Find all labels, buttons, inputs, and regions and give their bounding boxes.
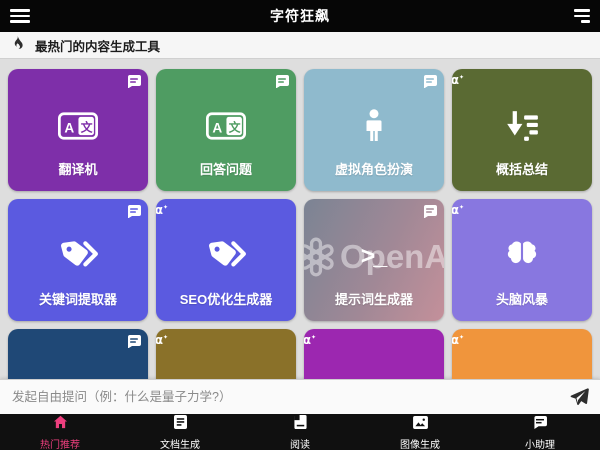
chat-badge-icon xyxy=(127,335,141,348)
tags-icon xyxy=(8,233,148,279)
chat-badge-icon xyxy=(127,205,141,218)
options-menu-icon[interactable] xyxy=(570,9,590,23)
tab-label: 文档生成 xyxy=(160,436,200,450)
tab-assistant[interactable]: 小助理 xyxy=(480,414,600,450)
tab-label: 阅读 xyxy=(290,436,310,450)
svg-text:A: A xyxy=(212,120,222,135)
app-window: 字符狂飙 最热门的内容生成工具 A文 翻译机 xyxy=(0,0,600,450)
alpha-badge-icon: α✦ xyxy=(452,335,459,348)
tool-card-label: 虚拟角色扮演 xyxy=(304,159,444,178)
alpha-badge-icon: α✦ xyxy=(156,335,163,348)
tab-label: 小助理 xyxy=(525,436,555,450)
chat-badge-icon xyxy=(423,205,437,218)
tool-card-partial[interactable] xyxy=(8,329,148,379)
section-title: 最热门的内容生成工具 xyxy=(35,36,160,55)
tool-card-summarize[interactable]: α✦ 概括总结 xyxy=(452,69,592,191)
tool-card-label: 回答问题 xyxy=(156,159,296,178)
tab-hot-recommendations[interactable]: 热门推荐 xyxy=(0,414,120,450)
tags-icon xyxy=(156,233,296,279)
chat-badge-icon xyxy=(275,75,289,88)
tool-card-keyword-extractor[interactable]: 关键词提取器 xyxy=(8,199,148,321)
alpha-badge-icon: α✦ xyxy=(452,75,459,88)
tool-card-partial[interactable]: α✦ xyxy=(452,329,592,379)
tab-reading[interactable]: 阅读 xyxy=(240,414,360,450)
alpha-badge-icon: α✦ xyxy=(452,205,459,218)
document-icon xyxy=(174,415,187,434)
tab-label: 热门推荐 xyxy=(40,436,80,450)
tool-card-translator[interactable]: A文 翻译机 xyxy=(8,69,148,191)
translate-icon: A文 xyxy=(156,103,296,149)
tools-grid: A文 翻译机 A文 回答问题 xyxy=(8,69,592,379)
bottom-navigation: 热门推荐 文档生成 阅读 图像生成 小助理 xyxy=(0,414,600,450)
flame-icon xyxy=(10,35,25,55)
tool-card-label: SEO优化生成器 xyxy=(156,289,296,308)
tool-card-answer-questions[interactable]: A文 回答问题 xyxy=(156,69,296,191)
tab-image-generation[interactable]: 图像生成 xyxy=(360,414,480,450)
tools-grid-area: A文 翻译机 A文 回答问题 xyxy=(0,59,600,379)
translate-icon: A文 xyxy=(8,103,148,149)
tool-card-label: 头脑风暴 xyxy=(452,289,592,308)
summarize-icon xyxy=(452,103,592,149)
alpha-badge-icon: α✦ xyxy=(156,205,163,218)
tool-card-prompt-generator[interactable]: OpenAI >_ 提示词生成器 xyxy=(304,199,444,321)
send-icon[interactable] xyxy=(568,386,590,408)
person-icon xyxy=(304,103,444,149)
book-icon xyxy=(294,415,307,434)
tab-label: 图像生成 xyxy=(400,436,440,450)
question-input[interactable] xyxy=(10,389,560,405)
hamburger-menu-icon[interactable] xyxy=(10,9,30,23)
tool-card-partial[interactable]: α✦ xyxy=(156,329,296,379)
assistant-chat-icon xyxy=(533,416,547,434)
svg-text:文: 文 xyxy=(229,120,241,134)
alpha-badge-icon: α✦ xyxy=(304,335,311,348)
svg-text:A: A xyxy=(64,120,74,135)
question-input-bar xyxy=(0,379,600,414)
chat-badge-icon xyxy=(127,75,141,88)
chat-badge-icon xyxy=(423,75,437,88)
tool-card-label: 概括总结 xyxy=(452,159,592,178)
terminal-icon: >_ xyxy=(304,233,444,279)
tool-card-label: 提示词生成器 xyxy=(304,289,444,308)
page-title: 字符狂飙 xyxy=(270,6,330,26)
tool-card-brainstorm[interactable]: α✦ 头脑风暴 xyxy=(452,199,592,321)
brain-icon xyxy=(452,233,592,279)
tool-card-roleplay[interactable]: 虚拟角色扮演 xyxy=(304,69,444,191)
tab-document-generation[interactable]: 文档生成 xyxy=(120,414,240,450)
tool-card-partial[interactable]: α✦ xyxy=(304,329,444,379)
section-header: 最热门的内容生成工具 xyxy=(0,32,600,59)
header: 字符狂飙 xyxy=(0,0,600,32)
svg-text:文: 文 xyxy=(81,120,93,134)
image-icon xyxy=(413,416,428,434)
home-icon xyxy=(53,415,68,434)
tool-card-seo-generator[interactable]: α✦ SEO优化生成器 xyxy=(156,199,296,321)
tool-card-label: 关键词提取器 xyxy=(8,289,148,308)
tool-card-label: 翻译机 xyxy=(8,159,148,178)
